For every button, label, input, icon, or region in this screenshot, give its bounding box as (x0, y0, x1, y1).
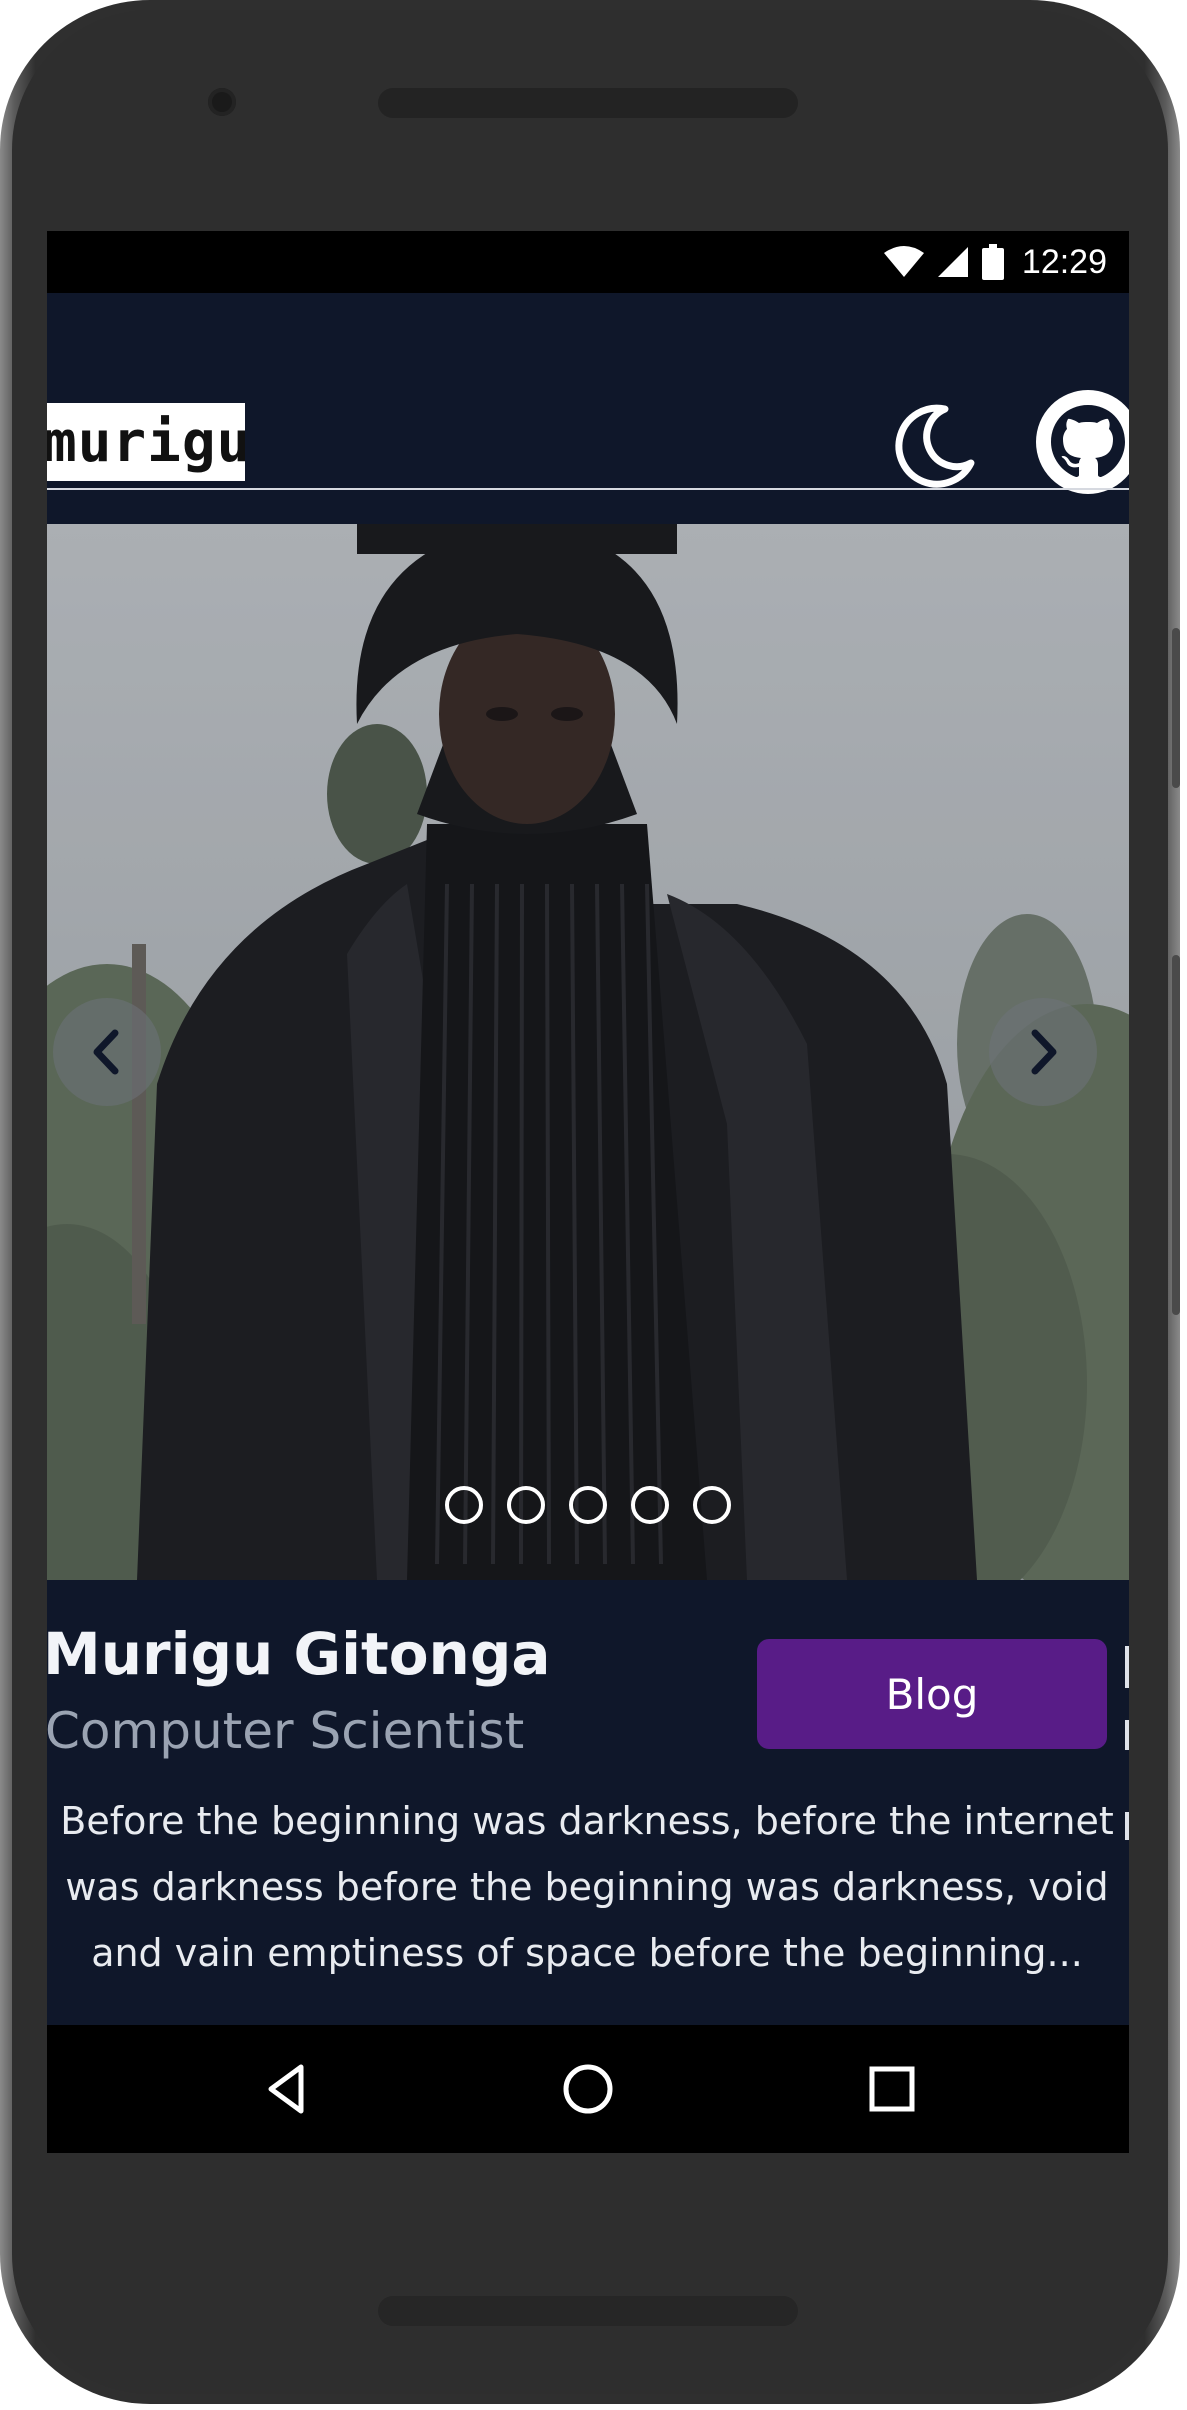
carousel-indicator[interactable] (693, 1486, 731, 1524)
carousel-indicator[interactable] (569, 1486, 607, 1524)
blog-button[interactable]: Blog (757, 1639, 1107, 1749)
navbar-divider (47, 488, 1129, 490)
power-button (1172, 955, 1180, 1315)
profile-name: Murigu Gitonga (47, 1620, 551, 1688)
carousel-indicators (47, 1486, 1129, 1524)
screen: 12:29 murigu Murigu Gitonga Computer Sci… (47, 231, 1129, 2153)
carousel-indicator[interactable] (507, 1486, 545, 1524)
offscreen-element-fragment (1125, 1720, 1129, 1750)
profile-bio: Before the beginning was darkness, befor… (47, 1788, 1129, 1986)
chevron-left-icon (93, 1029, 119, 1075)
moon-icon[interactable] (887, 401, 977, 491)
system-navigation-bar (47, 2025, 1129, 2153)
profile-carousel[interactable] (47, 524, 1129, 1580)
photo-overlay (47, 524, 1129, 1580)
carousel-indicator[interactable] (631, 1486, 669, 1524)
carousel-prev-button[interactable] (53, 998, 161, 1106)
top-navbar: murigu (47, 293, 1129, 494)
cell-signal-icon (937, 247, 968, 277)
bio-line: Before the beginning was darkness, befor… (60, 1799, 1114, 1843)
front-camera (208, 88, 236, 116)
profile-role: Computer Scientist (47, 1702, 525, 1760)
battery-icon (981, 244, 1004, 280)
bottom-speaker (378, 2296, 798, 2326)
home-circle-icon[interactable] (558, 2059, 618, 2119)
phone-frame: 12:29 murigu Murigu Gitonga Computer Sci… (0, 0, 1180, 2404)
github-icon[interactable] (1033, 387, 1129, 497)
chevron-right-icon (1031, 1029, 1057, 1075)
volume-button (1172, 628, 1180, 788)
carousel-indicator[interactable] (445, 1486, 483, 1524)
status-bar: 12:29 (47, 231, 1129, 293)
profile-section: Murigu Gitonga Computer Scientist Blog B… (47, 1580, 1129, 2025)
bio-line: was darkness before the beginning was da… (65, 1865, 1109, 1909)
earpiece-speaker (378, 88, 798, 118)
bio-line: and vain emptiness of space before the b… (91, 1931, 1083, 1975)
brand-logo[interactable]: murigu (47, 403, 245, 481)
brand-text: murigu (47, 409, 245, 475)
carousel-next-button[interactable] (989, 998, 1097, 1106)
wifi-icon (883, 246, 924, 277)
offscreen-element-fragment (1125, 1646, 1129, 1688)
recents-square-icon[interactable] (862, 2059, 922, 2119)
status-time: 12:29 (1021, 242, 1107, 281)
back-triangle-icon[interactable] (257, 2059, 317, 2119)
